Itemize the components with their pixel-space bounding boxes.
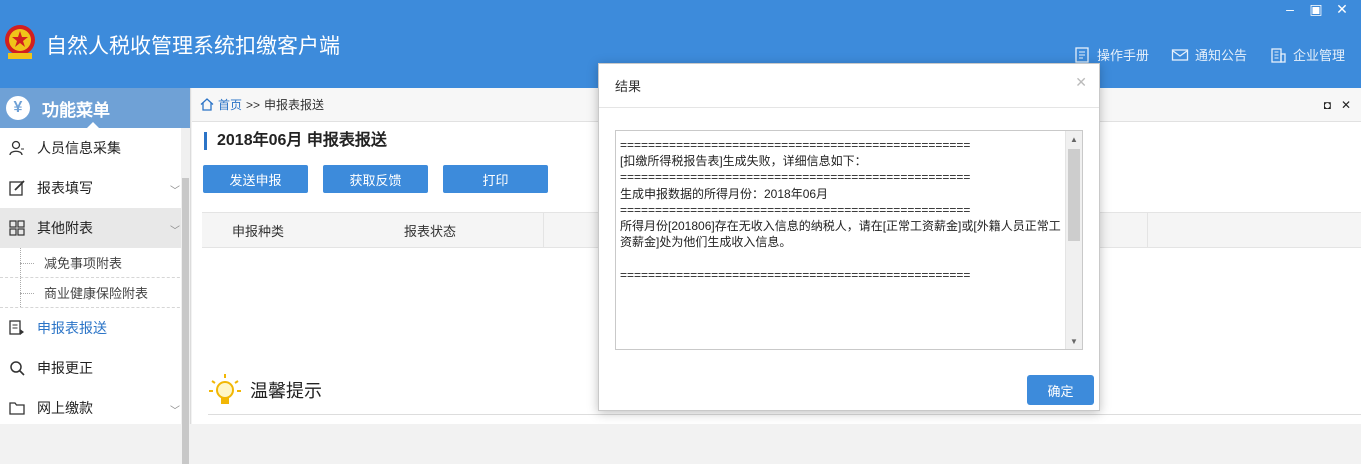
lightbulb-icon [209, 374, 241, 404]
sidebar-subitem-tax-relief[interactable]: 减免事项附表 [0, 248, 190, 278]
dialog-title: 结果 [599, 64, 1099, 108]
close-icon[interactable]: ✕ [1341, 98, 1351, 112]
print-button[interactable]: 打印 [443, 165, 548, 193]
sidebar: ¥ 功能菜单 人员信息采集 报表填写 ﹀ 其他附表 ﹀ 减免事项附表 商业健康保… [0, 88, 191, 464]
chevron-down-icon: ﹀ [170, 186, 180, 197]
notice-link[interactable]: 通知公告 [1171, 45, 1247, 64]
panel-controls: ◘ ✕ [1324, 98, 1351, 112]
get-feedback-button[interactable]: 获取反馈 [323, 165, 428, 193]
sidebar-item-report-fill[interactable]: 报表填写 ﹀ [0, 168, 190, 208]
breadcrumb-separator: >> [246, 97, 261, 112]
scroll-down-icon[interactable]: ▼ [1066, 333, 1082, 349]
result-text-box[interactable]: ========================================… [615, 130, 1083, 350]
manual-icon [1075, 46, 1089, 63]
folder-icon [8, 399, 26, 417]
minimize-icon[interactable]: – [1283, 2, 1297, 16]
header-links: 操作手册 通知公告 企业管理 [1073, 45, 1345, 64]
chevron-down-icon: ﹀ [170, 406, 180, 417]
sidebar-subitem-health-insurance[interactable]: 商业健康保险附表 [0, 278, 190, 308]
breadcrumb-home[interactable]: 首页 [218, 96, 242, 113]
search-icon [8, 359, 26, 377]
close-icon[interactable]: ✕ [1335, 2, 1349, 16]
restore-icon[interactable]: ▣ [1309, 2, 1323, 16]
building-icon [1271, 47, 1286, 63]
dialog-scroll-thumb[interactable] [1068, 149, 1080, 241]
send-report-button[interactable]: 发送申报 [203, 165, 308, 193]
sidebar-item-report-correct[interactable]: 申报更正 [0, 348, 190, 388]
chevron-down-icon: ﹀ [170, 226, 180, 237]
app-title: 自然人税收管理系统扣缴客户端 [46, 35, 340, 58]
dialog-scrollbar[interactable]: ▲ ▼ [1065, 131, 1082, 349]
breadcrumb-current: 申报表报送 [264, 98, 325, 112]
maximize-icon[interactable]: ◘ [1324, 98, 1331, 112]
manual-link[interactable]: 操作手册 [1073, 45, 1149, 64]
sidebar-item-other-attachments[interactable]: 其他附表 ﹀ [0, 208, 190, 248]
sidebar-item-person-info[interactable]: 人员信息采集 [0, 128, 190, 168]
menu-header: ¥ 功能菜单 [0, 88, 190, 129]
sidebar-scrollbar[interactable] [181, 128, 190, 464]
tip-title: 温馨提示 [250, 381, 322, 401]
company-mgmt-link[interactable]: 企业管理 [1269, 45, 1345, 64]
sidebar-scroll-thumb[interactable] [182, 178, 189, 464]
home-icon[interactable] [200, 98, 214, 111]
result-text: ========================================… [620, 138, 1061, 282]
grid-icon [8, 219, 26, 237]
edit-icon [8, 179, 26, 197]
close-icon[interactable]: ✕ [1075, 74, 1087, 91]
person-icon [8, 139, 26, 157]
scroll-up-icon[interactable]: ▲ [1066, 131, 1082, 147]
sidebar-item-report-send[interactable]: 申报表报送 [0, 308, 190, 348]
ok-button[interactable]: 确定 [1027, 375, 1094, 405]
page-title: 2018年06月 申报表报送 [204, 132, 387, 150]
national-emblem-icon [5, 25, 35, 59]
tip-section: 温馨提示 [208, 373, 322, 407]
result-dialog: 结果 ✕ ===================================… [598, 63, 1100, 411]
column-header-report-status: 报表状态 [404, 223, 457, 239]
mail-icon [1171, 48, 1189, 61]
window-controls: – ▣ ✕ [1283, 2, 1349, 16]
sidebar-item-online-payment[interactable]: 网上缴款 ﹀ [0, 388, 190, 428]
column-header-report-type: 申报种类 [232, 223, 285, 239]
report-send-icon [8, 319, 26, 337]
yen-icon: ¥ [6, 96, 30, 120]
